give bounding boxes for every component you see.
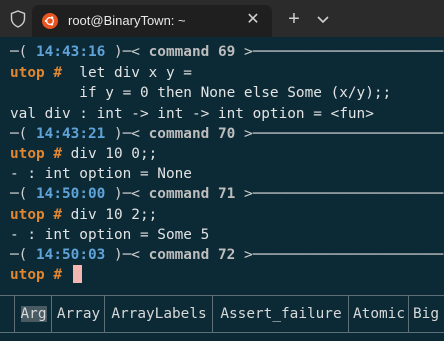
title-bar: root@BinaryTown: ~ ✕ +	[0, 0, 444, 37]
separator-right: >──────────────────────	[235, 247, 444, 263]
input-line-continued: if y = 0 then None else Some (x/y);;	[10, 85, 392, 101]
command-number: command 70	[148, 126, 236, 142]
separator-right: >──────────────────────	[235, 126, 444, 142]
ubuntu-icon	[42, 13, 58, 29]
command-separator: ─( 14:50:03 )─< command 72 >────────────…	[10, 245, 443, 265]
command-separator: ─( 14:43:16 )─< command 69 >────────────…	[10, 42, 443, 62]
separator-left: ─(	[10, 247, 36, 263]
command-separator: ─( 14:50:00 )─< command 71 >────────────…	[10, 184, 443, 204]
completion-label: Atomic	[353, 306, 405, 322]
completion-item-assert-failure[interactable]: Assert_failure	[212, 296, 349, 332]
command-time: 14:50:03	[36, 247, 106, 263]
completion-item-big[interactable]: Big	[408, 296, 444, 332]
close-icon[interactable]: ✕	[244, 10, 262, 30]
completion-label: Array	[56, 306, 101, 322]
separator-left: ─(	[10, 44, 36, 60]
utop-prompt: utop #	[10, 267, 62, 283]
input-code[interactable]	[62, 267, 71, 283]
output-line: - : int option = None	[10, 166, 192, 182]
separator-right: >──────────────────────	[235, 186, 444, 202]
command-time: 14:50:00	[36, 186, 106, 202]
command-time: 14:43:21	[36, 126, 106, 142]
separator-mid: )─<	[105, 126, 149, 142]
utop-prompt: utop #	[10, 207, 62, 223]
separator-mid: )─<	[105, 247, 149, 263]
completion-label: ArrayLabels	[111, 306, 207, 322]
output-line: - : int option = Some 5	[10, 227, 210, 243]
input-line: utop # div 10 0;;	[10, 144, 157, 164]
shield-icon[interactable]	[10, 10, 26, 28]
plus-icon[interactable]: +	[284, 9, 304, 29]
command-time: 14:43:16	[36, 44, 106, 60]
completion-item-arraylabels[interactable]: ArrayLabels	[104, 296, 213, 332]
command-number: command 69	[148, 44, 236, 60]
utop-prompt: utop #	[10, 146, 62, 162]
command-separator: ─( 14:43:21 )─< command 70 >────────────…	[10, 124, 443, 144]
tab-title: root@BinaryTown: ~	[68, 13, 186, 28]
completion-item-atomic[interactable]: Atomic	[348, 296, 409, 332]
separator-mid: )─<	[105, 44, 149, 60]
completion-item-array[interactable]: Array	[51, 296, 105, 332]
current-input-line[interactable]: utop #	[10, 265, 71, 285]
input-code: div 10 0;;	[61, 146, 158, 162]
terminal-tab[interactable]: root@BinaryTown: ~ ✕	[32, 5, 272, 37]
separator-left: ─(	[10, 186, 36, 202]
completion-label: Assert_failure	[220, 306, 342, 322]
input-code: let div x y =	[61, 65, 192, 81]
output-line: val div : int -> int -> int option = <fu…	[10, 106, 374, 122]
text-cursor	[73, 265, 82, 283]
input-code: div 10 2;;	[61, 207, 158, 223]
completion-item-arg[interactable]: Arg	[14, 296, 52, 332]
input-line: utop # let div x y =	[10, 63, 192, 83]
chevron-down-icon[interactable]	[314, 9, 332, 29]
separator-left: ─(	[10, 126, 36, 142]
command-number: command 72	[148, 247, 236, 263]
completion-bar: Arg Array ArrayLabels Assert_failure Ato…	[0, 295, 444, 333]
completion-label: Arg	[20, 306, 47, 322]
separator-right: >──────────────────────	[235, 44, 444, 60]
input-line: utop # div 10 2;;	[10, 205, 157, 225]
utop-prompt: utop #	[10, 65, 62, 81]
completion-label: Big	[413, 306, 439, 322]
command-number: command 71	[148, 186, 236, 202]
separator-mid: )─<	[105, 186, 149, 202]
